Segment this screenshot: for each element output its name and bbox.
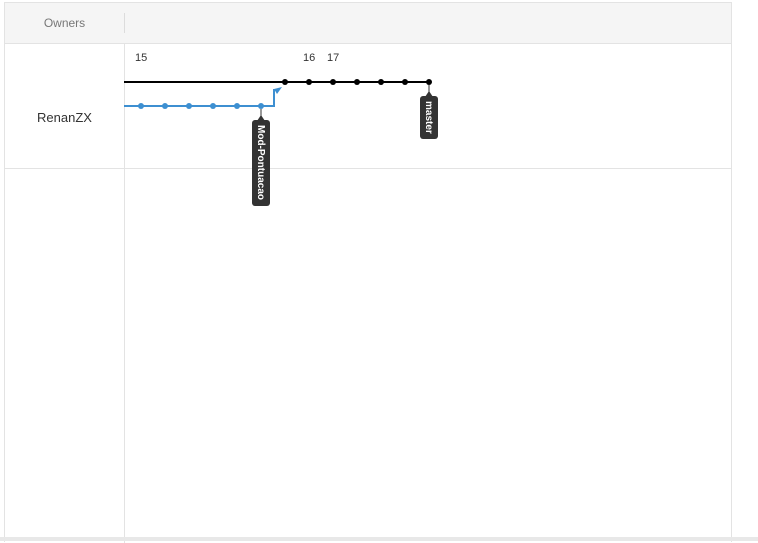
commit-dot[interactable]: [426, 79, 432, 85]
commit-graph: 15 16 17 Mod-Pontuacao master: [124, 52, 438, 206]
commit-dot[interactable]: [282, 79, 288, 85]
date-label-15: 15: [135, 52, 147, 64]
branch-tag-master[interactable]: master: [420, 85, 438, 139]
branch-tag-label-mod: Mod-Pontuacao: [255, 125, 266, 200]
commit-dot[interactable]: [138, 103, 144, 109]
date-label-16: 16: [303, 52, 315, 64]
commit-dot[interactable]: [354, 79, 360, 85]
branch-tag-label-master: master: [423, 101, 434, 134]
commit-dot[interactable]: [186, 103, 192, 109]
merge-arrow-icon: [274, 87, 282, 94]
commit-dot[interactable]: [378, 79, 384, 85]
commit-dot[interactable]: [234, 103, 240, 109]
commit-dot[interactable]: [306, 79, 312, 85]
commit-dot[interactable]: [210, 103, 216, 109]
commit-dot[interactable]: [402, 79, 408, 85]
commit-dot[interactable]: [258, 103, 264, 109]
horizontal-scrollbar[interactable]: [0, 537, 758, 541]
commit-dot[interactable]: [162, 103, 168, 109]
branch-tag-mod-pontuacao[interactable]: Mod-Pontuacao: [252, 109, 270, 206]
merge-connector: [261, 89, 275, 107]
date-label-17: 17: [327, 52, 339, 64]
commit-dot[interactable]: [330, 79, 336, 85]
